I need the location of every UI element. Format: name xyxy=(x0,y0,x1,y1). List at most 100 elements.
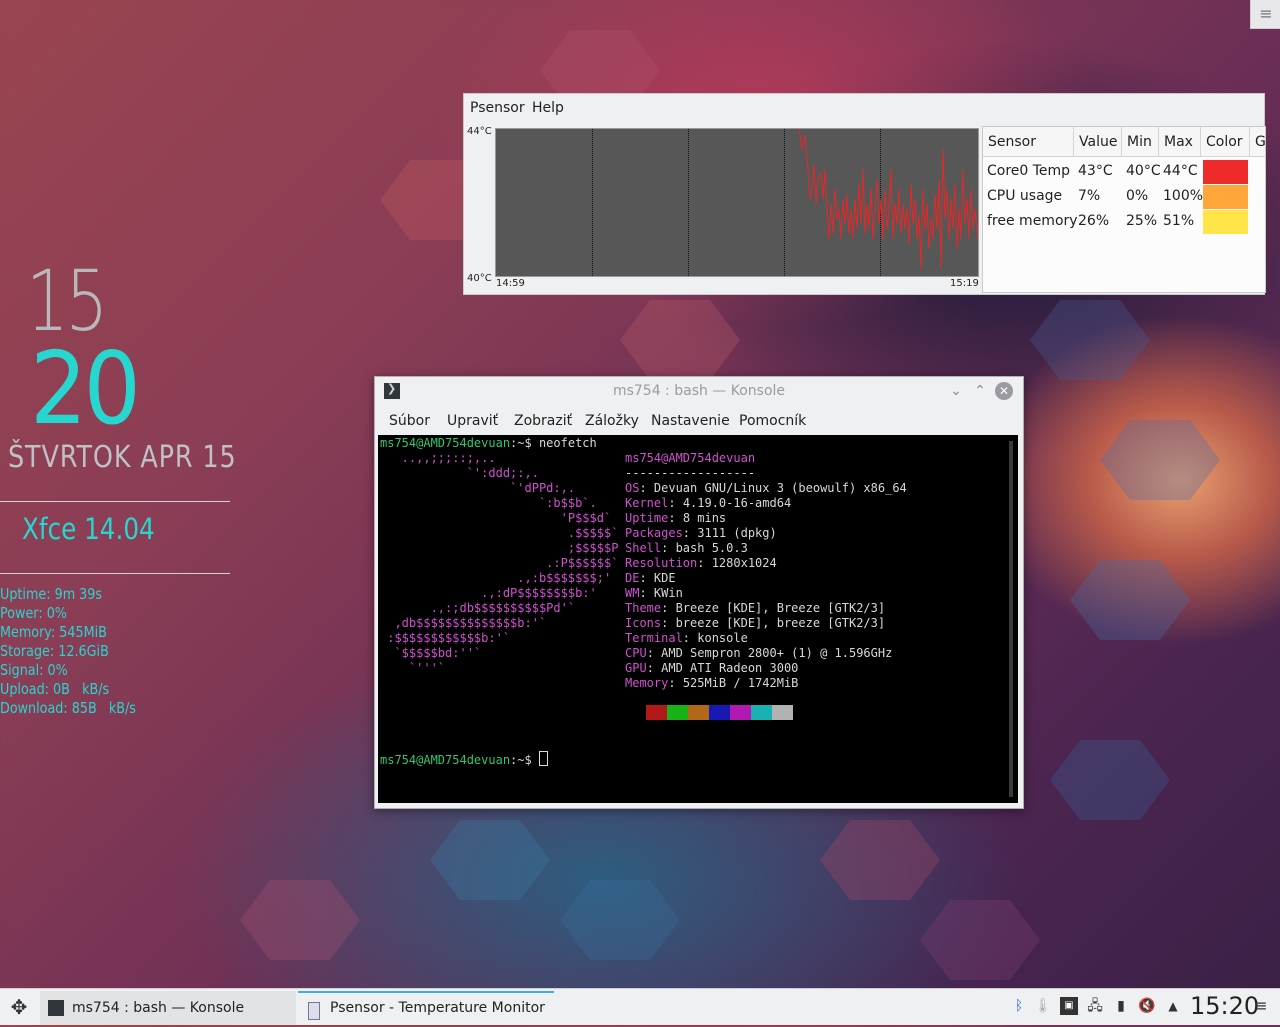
widget-stat: Memory: 545MiB xyxy=(0,623,107,641)
sensor-value: 43°C xyxy=(1078,163,1113,179)
desktop-menu-icon[interactable]: ≡ xyxy=(1250,0,1280,29)
taskbar-clock[interactable]: 15:20 xyxy=(1190,992,1259,1020)
close-icon[interactable]: ✕ xyxy=(995,382,1013,400)
sensor-graph xyxy=(495,128,979,277)
logo-line: :$$$$$$$$$$$$b:'` xyxy=(380,631,511,645)
info-line: Icons: breeze [KDE], breeze [GTK2/3] xyxy=(625,616,886,630)
column-graph[interactable]: G xyxy=(1250,127,1265,157)
task-label: Psensor - Temperature Monitor xyxy=(330,1000,545,1016)
palette-block xyxy=(646,705,667,720)
palette-block xyxy=(751,705,772,720)
panel-menu-icon[interactable]: ≡ xyxy=(1252,997,1270,1015)
menu-zalozky[interactable]: Záložky xyxy=(585,413,639,429)
info-line: Shell: bash 5.0.3 xyxy=(625,541,748,555)
logo-line: `$$$$$bd:''` xyxy=(380,646,482,660)
logo-line: .,:dP$$$$$$$$b:' xyxy=(380,586,597,600)
taskbar: ✥ ms754 : bash — Konsole Psensor - Tempe… xyxy=(0,988,1280,1025)
graph-x-start: 14:59 xyxy=(496,278,525,289)
widget-divider xyxy=(0,501,230,502)
menu-pomocnik[interactable]: Pomocník xyxy=(739,413,806,429)
color-swatch[interactable] xyxy=(1203,185,1248,209)
widget-stat: Uptime: 9m 39s xyxy=(0,585,103,603)
widget-stat: Storage: 12.6GiB xyxy=(0,642,109,660)
scrollbar[interactable] xyxy=(1009,441,1013,797)
palette-block xyxy=(772,705,793,720)
logo-line: ;$$$$$P xyxy=(380,541,619,555)
palette-block xyxy=(709,705,730,720)
app-launcher-icon[interactable]: ✥ xyxy=(6,994,32,1020)
thermometer-icon xyxy=(308,1002,320,1020)
menu-help[interactable]: Help xyxy=(532,100,564,116)
sensor-name: CPU usage xyxy=(987,188,1063,204)
sensor-min: 40°C xyxy=(1126,163,1161,179)
window-title[interactable]: ms754 : bash — Konsole xyxy=(375,377,1023,405)
column-min[interactable]: Min xyxy=(1122,127,1159,157)
temperature-line xyxy=(798,129,978,270)
konsole-menubar: Súbor Upraviť Zobraziť Záložky Nastaveni… xyxy=(375,407,1023,435)
widget-divider xyxy=(0,573,230,574)
color-swatch[interactable] xyxy=(1203,210,1248,234)
command-line: ms754@AMD754devuan:~$ neofetch xyxy=(380,436,597,450)
screenshot-icon[interactable]: ▣ xyxy=(1060,997,1078,1015)
psensor-window[interactable]: Psensor Help 44°C 40°C 14:59 15:19 Senso… xyxy=(463,93,1266,295)
sensor-max: 51% xyxy=(1163,213,1195,229)
graph-y-max: 44°C xyxy=(467,126,492,137)
logo-line: `':ddd;:,. xyxy=(380,466,539,480)
text-cursor xyxy=(538,751,548,766)
color-swatch[interactable] xyxy=(1203,160,1248,184)
sensor-max: 44°C xyxy=(1163,163,1198,179)
tray-expand-icon[interactable]: ▲ xyxy=(1164,997,1182,1015)
column-color[interactable]: Color xyxy=(1201,127,1250,157)
menu-nastavenie[interactable]: Nastavenie xyxy=(651,413,730,429)
sensor-name: free memory xyxy=(987,213,1078,229)
info-line: GPU: AMD ATI Radeon 3000 xyxy=(625,661,799,675)
logo-line: .,:;db$$$$$$$$$$Pd'` xyxy=(380,601,576,615)
logo-line: `:b$$b`. xyxy=(380,496,597,510)
column-value[interactable]: Value xyxy=(1074,127,1122,157)
palette-block xyxy=(688,705,709,720)
terminal-icon[interactable] xyxy=(384,382,400,399)
konsole-window[interactable]: ms754 : bash — Konsole ⌄ ⌃ ✕ Súbor Uprav… xyxy=(374,376,1024,809)
task-konsole[interactable]: ms754 : bash — Konsole xyxy=(40,991,296,1025)
terminal-icon xyxy=(48,1000,64,1016)
logo-line: 'P$$$d` xyxy=(380,511,612,525)
terminal-output[interactable]: ms754@AMD754devuan:~$ neofetch ..,,;;;::… xyxy=(378,435,1018,803)
sensor-min: 25% xyxy=(1126,213,1158,229)
logo-line: .:P$$$$$$` xyxy=(380,556,619,570)
column-sensor[interactable]: Sensor xyxy=(983,127,1074,157)
sensor-table: Sensor Value Min Max Color G Core0 Temp … xyxy=(982,126,1266,293)
prompt-line: ms754@AMD754devuan:~$ xyxy=(380,751,548,768)
sensor-value: 26% xyxy=(1078,213,1110,229)
menu-psensor[interactable]: Psensor xyxy=(470,100,525,116)
neofetch-separator: ------------------ xyxy=(625,466,756,480)
psensor-tray-icon[interactable]: 🌡 xyxy=(1034,997,1052,1015)
widget-stats: Uptime: 9m 39s Power: 0% Memory: 545MiB Sto… xyxy=(0,585,160,718)
column-max[interactable]: Max xyxy=(1159,127,1201,157)
device-icon[interactable]: ▮ xyxy=(1112,997,1130,1015)
palette-block xyxy=(667,705,688,720)
logo-line: `'dPPd:,. xyxy=(380,481,576,495)
sensor-value: 7% xyxy=(1078,188,1101,204)
bluetooth-icon[interactable]: ᛒ xyxy=(1010,997,1028,1015)
logo-line: ..,,;;;::;,.. xyxy=(380,451,496,465)
menu-zobrazit[interactable]: Zobraziť xyxy=(514,413,572,429)
sensor-max: 100% xyxy=(1163,188,1204,204)
info-line: WM: KWin xyxy=(625,586,683,600)
widget-date: Štvrtok apr 15 xyxy=(8,440,237,475)
menu-upravit[interactable]: Upraviť xyxy=(447,413,498,429)
info-line: Theme: Breeze [KDE], Breeze [GTK2/3] xyxy=(625,601,886,615)
task-psensor[interactable]: Psensor - Temperature Monitor xyxy=(298,991,554,1027)
info-line: Packages: 3111 (dpkg) xyxy=(625,526,777,540)
widget-stat: Power: 0% xyxy=(0,604,67,622)
logo-line: .,:b$$$$$$$;' xyxy=(380,571,612,585)
maximize-icon[interactable]: ⌃ xyxy=(971,382,989,400)
minimize-icon[interactable]: ⌄ xyxy=(947,382,965,400)
info-line: Resolution: 1280x1024 xyxy=(625,556,777,570)
widget-minute: 20 xyxy=(30,330,141,447)
sensor-min: 0% xyxy=(1126,188,1149,204)
volume-muted-icon[interactable]: 🔇 xyxy=(1138,997,1156,1015)
network-icon[interactable]: 🖧 xyxy=(1086,997,1104,1015)
info-line: OS: Devuan GNU/Linux 3 (beowulf) x86_64 xyxy=(625,481,907,495)
menu-subor[interactable]: Súbor xyxy=(389,413,430,429)
task-label: ms754 : bash — Konsole xyxy=(72,1000,245,1016)
